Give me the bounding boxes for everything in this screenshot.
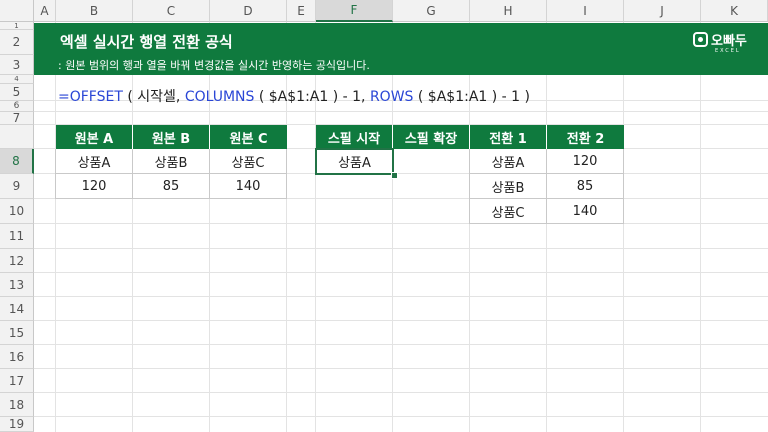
row-header-12[interactable]: 12: [0, 249, 34, 273]
gridline: [546, 22, 547, 432]
column-header-c[interactable]: C: [133, 0, 210, 22]
row-header-18[interactable]: 18: [0, 393, 34, 417]
gridline: [34, 344, 768, 345]
row-header-9[interactable]: 9: [0, 174, 34, 199]
gridline: [55, 22, 56, 432]
formula-part: ( $A$1:A1 ) - 1,: [254, 89, 370, 105]
column-header-e[interactable]: E: [287, 0, 316, 22]
transposed-cell[interactable]: 85: [547, 174, 624, 199]
formula-function-rows: ROWS: [369, 89, 414, 105]
active-cell-f8[interactable]: 상품A: [315, 148, 394, 175]
source-header-b[interactable]: 원본 B: [133, 125, 210, 149]
source-cell[interactable]: 85: [133, 174, 210, 199]
page-subtitle: : 원본 범위의 행과 열을 바꿔 변경값을 실시간 반영하는 공식입니다.: [58, 59, 370, 72]
gridline: [209, 22, 210, 432]
logo-name: 오빠두: [711, 34, 747, 49]
column-header-f[interactable]: F: [316, 0, 393, 22]
formula-text: =OFFSET ( 시작셀, COLUMNS ( $A$1:A1 ) - 1, …: [58, 86, 530, 106]
spill-header-expand[interactable]: 스필 확장: [393, 125, 470, 149]
gridline: [286, 22, 287, 432]
column-header-g[interactable]: G: [393, 0, 470, 22]
transposed-header-2[interactable]: 전환 2: [547, 125, 624, 149]
gridline: [34, 368, 768, 369]
source-cell[interactable]: 상품B: [133, 149, 210, 174]
column-header-k[interactable]: K: [701, 0, 768, 22]
row-header-13[interactable]: 13: [0, 273, 34, 297]
logo-subtext: EXCEL: [715, 48, 741, 54]
row-header-10[interactable]: 10: [0, 199, 34, 224]
transposed-cell[interactable]: 140: [547, 199, 624, 224]
source-header-a[interactable]: 원본 A: [56, 125, 133, 149]
select-all-corner[interactable]: [0, 0, 34, 22]
gridline: [34, 111, 768, 112]
gridline: [469, 22, 470, 432]
gridline: [34, 416, 768, 417]
brand-logo: 오빠두 EXCEL: [693, 30, 753, 56]
source-cell[interactable]: 상품C: [210, 149, 287, 174]
transposed-cell[interactable]: 상품C: [469, 199, 547, 224]
row-header-5[interactable]: 5: [0, 84, 34, 101]
source-cell[interactable]: 상품A: [55, 149, 133, 174]
row-header-2[interactable]: 2: [0, 30, 34, 55]
gridline: [315, 22, 316, 432]
source-cell[interactable]: 120: [55, 174, 133, 199]
row-header-1[interactable]: 1: [0, 22, 34, 30]
fill-handle[interactable]: [391, 172, 398, 179]
column-header-b[interactable]: B: [56, 0, 133, 22]
logo-icon: [693, 32, 708, 47]
spill-header-start[interactable]: 스필 시작: [316, 125, 393, 149]
gridline: [700, 22, 701, 432]
row-header-7b[interactable]: [0, 125, 34, 149]
gridline: [34, 248, 768, 249]
row-header-15[interactable]: 15: [0, 321, 34, 345]
row-header-19[interactable]: 19: [0, 417, 34, 432]
gridline: [623, 22, 624, 432]
row-header-8[interactable]: 8: [0, 149, 34, 174]
row-header-4[interactable]: 4: [0, 75, 34, 84]
gridline: [34, 272, 768, 273]
gridline: [34, 223, 768, 224]
row-header-16[interactable]: 16: [0, 345, 34, 369]
row-header-11[interactable]: 11: [0, 224, 34, 249]
gridline: [392, 22, 393, 432]
source-cell[interactable]: 140: [210, 174, 287, 199]
column-header-j[interactable]: J: [624, 0, 701, 22]
row-header-17[interactable]: 17: [0, 369, 34, 393]
row-header-14[interactable]: 14: [0, 297, 34, 321]
source-header-c[interactable]: 원본 C: [210, 125, 287, 149]
page-title: 엑셀 실시간 행열 전환 공식: [60, 33, 233, 51]
transposed-cell[interactable]: 상품A: [469, 149, 547, 174]
transposed-header-1[interactable]: 전환 1: [470, 125, 547, 149]
gridline: [34, 296, 768, 297]
gridline: [132, 22, 133, 432]
column-header-a[interactable]: A: [34, 0, 56, 22]
gridline: [34, 320, 768, 321]
row-header-7[interactable]: 7: [0, 111, 34, 125]
formula-part: ( $A$1:A1 ) - 1 ): [413, 89, 530, 105]
transposed-cell[interactable]: 상품B: [469, 174, 547, 199]
column-header-d[interactable]: D: [210, 0, 287, 22]
formula-part: ( 시작셀,: [122, 89, 185, 105]
column-header-i[interactable]: I: [547, 0, 624, 22]
column-header-h[interactable]: H: [470, 0, 547, 22]
row-header-3[interactable]: 3: [0, 55, 34, 75]
gridline: [34, 392, 768, 393]
transposed-cell[interactable]: 120: [547, 149, 624, 174]
formula-function-columns: COLUMNS: [184, 89, 255, 105]
formula-function-offset: =OFFSET: [58, 89, 123, 105]
